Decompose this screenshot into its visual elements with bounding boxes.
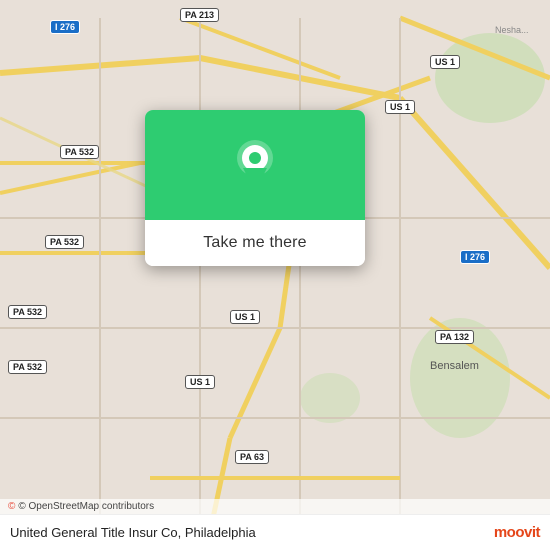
road-badge-pa532-low: PA 532: [8, 305, 47, 319]
popup-button-area[interactable]: Take me there: [145, 220, 365, 266]
take-me-there-button[interactable]: Take me there: [203, 234, 306, 252]
map-container: Nesha... I 276 PA 213 US 1 US 1 PA 532 P…: [0, 0, 550, 550]
road-badge-us1-top: US 1: [430, 55, 460, 69]
popup-card: Take me there: [145, 110, 365, 266]
road-badge-pa63: PA 63: [235, 450, 269, 464]
road-badge-us1-low: US 1: [185, 375, 215, 389]
road-badge-pa532-mid: PA 532: [60, 145, 99, 159]
road-badge-i276-right: I 276: [460, 250, 490, 264]
moovit-logo: moovit: [494, 524, 540, 541]
road-badge-us1-top2: US 1: [385, 100, 415, 114]
moovit-logo-text: moovit: [494, 524, 540, 541]
location-title: United General Title Insur Co, Philadelp…: [10, 525, 488, 540]
attribution-bar: © © OpenStreetMap contributors: [0, 499, 550, 514]
svg-text:Nesha...: Nesha...: [495, 25, 529, 35]
bottom-bar: United General Title Insur Co, Philadelp…: [0, 514, 550, 550]
road-badge-us1-mid: US 1: [230, 310, 260, 324]
road-badge-pa532-mid2: PA 532: [45, 235, 84, 249]
map-background: Nesha...: [0, 0, 550, 550]
location-pin-icon: [233, 138, 277, 192]
copyright-icon: ©: [8, 501, 15, 512]
place-label-bensalem: Bensalem: [430, 360, 479, 372]
popup-green-area: [145, 110, 365, 220]
road-badge-pa532-low2: PA 532: [8, 360, 47, 374]
road-badge-pa213: PA 213: [180, 8, 219, 22]
road-badge-pa132: PA 132: [435, 330, 474, 344]
attribution-text: © OpenStreetMap contributors: [18, 501, 154, 512]
road-badge-i276-top: I 276: [50, 20, 80, 34]
